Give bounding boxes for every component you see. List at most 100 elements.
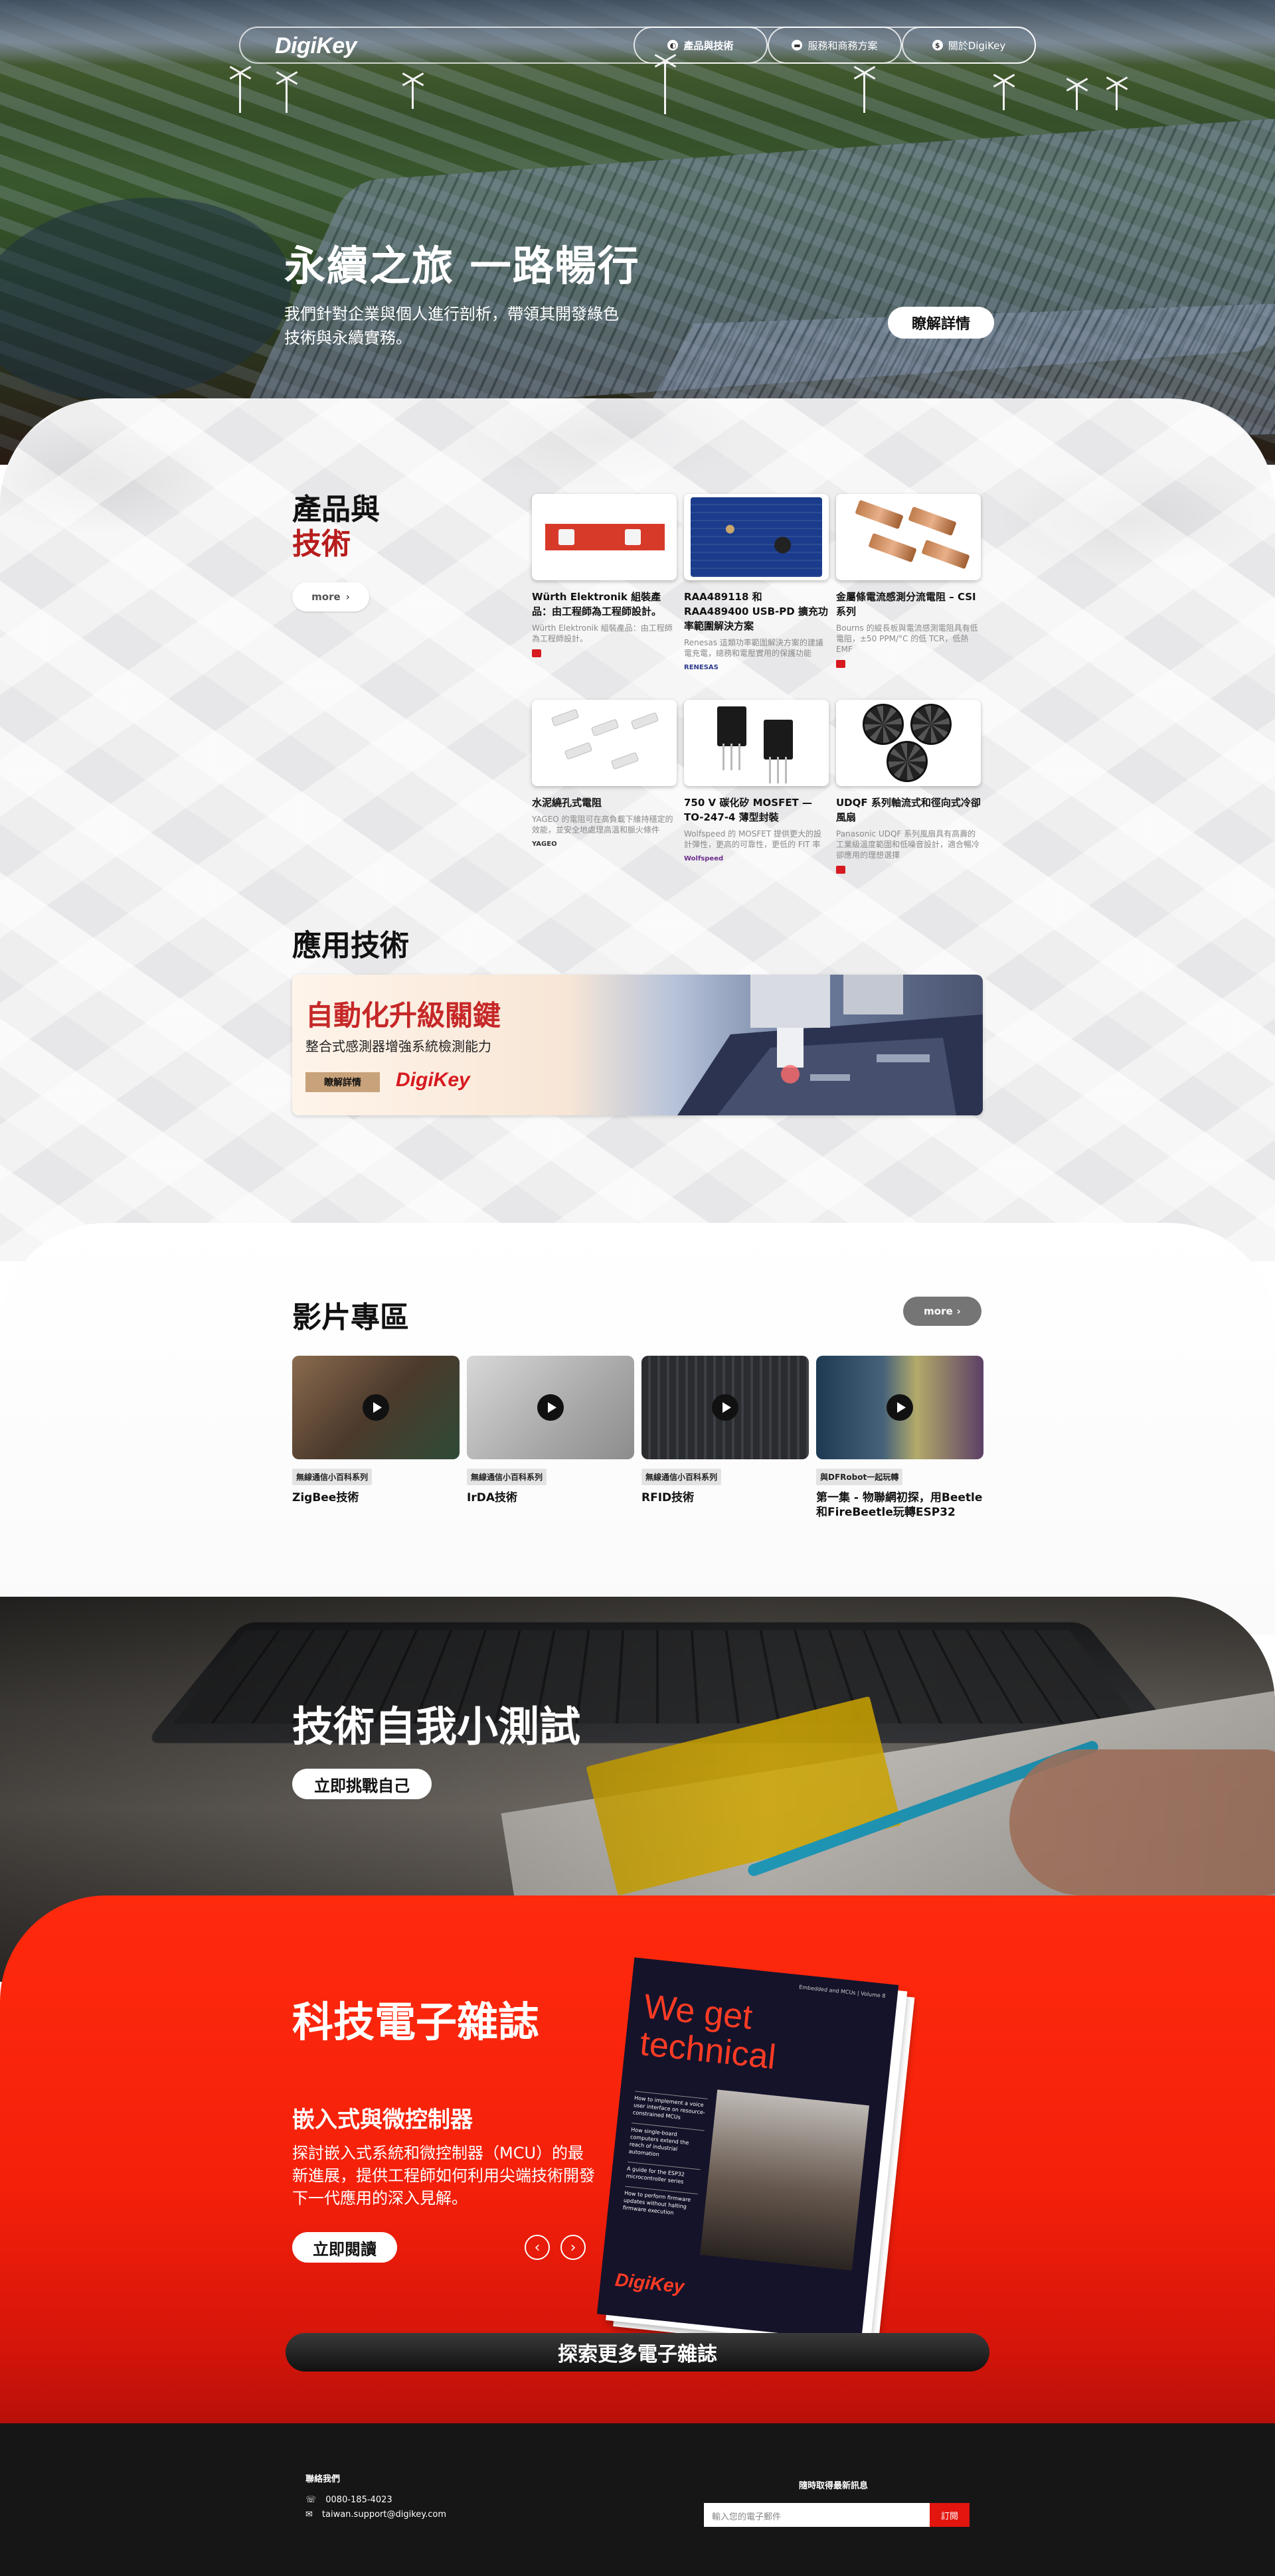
chevron-right-icon: › — [956, 1305, 961, 1317]
video-title: RFID技術 — [641, 1491, 695, 1504]
contact-title: 聯絡我們 — [305, 2474, 341, 2484]
cover-title: We get technical — [638, 1987, 881, 2087]
magazine-cover[interactable]: Embedded and MCUs | Volume 8 We get tech… — [596, 1957, 929, 2357]
read-now-button[interactable]: 立即閱讀 — [292, 2232, 397, 2263]
video-card[interactable]: 無線通信小百科系列 RFID技術 — [641, 1356, 809, 1505]
video-title: 第一集 - 物聯網初探，用Beetle和FireBeetle玩轉ESP32 — [816, 1491, 983, 1519]
nav-item-label: 關於DigiKey — [948, 39, 1006, 52]
hero-title: 永續之旅 一路暢行 — [284, 242, 640, 290]
chevron-right-icon[interactable]: › — [560, 2235, 586, 2260]
video-thumbnail — [467, 1356, 634, 1459]
brand-logo: YAGEO — [532, 841, 557, 848]
brand-logo — [836, 660, 981, 668]
brand-logo: Wolfspeed — [684, 855, 724, 862]
video-title: ZigBee技術 — [292, 1491, 359, 1504]
nav-services[interactable]: ▬ 服務和商務方案 — [768, 27, 902, 64]
product-image — [532, 494, 677, 580]
product-card[interactable]: 750 V 碳化矽 MOSFET — TO-247-4 薄型封裝 Wolfspe… — [684, 700, 829, 862]
video-series-tag: 與DFRobot一起玩轉 — [816, 1469, 903, 1485]
product-description: Bourns 的縱長板與電流感測電阻具有低電阻，±50 PPM/°C 的低 TC… — [836, 623, 978, 654]
banner-subtitle: 整合式感測器增強系統檢測能力 — [305, 1038, 491, 1054]
chevron-right-icon: › — [345, 591, 350, 603]
video-series-tag: 無線通信小百科系列 — [641, 1469, 722, 1485]
cover-article: How to perform firmware updates without … — [622, 2186, 698, 2225]
banner-digikey-logo: DigiKey — [396, 1069, 470, 1091]
brand-logo — [532, 649, 677, 657]
banner-title: 自動化升級關鍵 — [305, 999, 501, 1032]
video-card[interactable]: 無線通信小百科系列 ZigBee技術 — [292, 1356, 460, 1505]
footer: 聯絡我們 ☏ 0080-185-4023 ✉ taiwan.support@di… — [0, 2423, 1275, 2576]
hero-banner: DigiKey ◐ 產品與技術 ▬ 服務和商務方案 $ 關於DigiKey 永續… — [0, 0, 1275, 465]
brand-logo: RENESAS — [684, 664, 719, 671]
product-description: Panasonic UDQF 系列風扇具有高壽的工業級溫度範圍和低噪音設計，適合… — [836, 829, 980, 860]
play-icon[interactable] — [363, 1394, 389, 1421]
email-row: ✉ taiwan.support@digikey.com — [305, 2510, 446, 2520]
product-card[interactable]: 水泥繞孔式電阻 YAGEO 的電阻可在高負載下維持穩定的效能，並安全地處理高溫和… — [532, 700, 677, 848]
globe-icon: ◐ — [667, 40, 679, 50]
phone-row: ☏ 0080-185-4023 — [305, 2495, 392, 2505]
cover-title-line2: technical — [638, 2024, 778, 2077]
banner-learn-more-button[interactable]: 瞭解詳情 — [305, 1072, 380, 1092]
play-icon[interactable] — [712, 1394, 738, 1421]
product-title: Würth Elektronik 組裝產品：由工程師為工程師設計。 — [532, 591, 662, 617]
wind-turbine — [1116, 84, 1118, 110]
product-card[interactable]: 金屬條電流感測分流電阻 – CSI 系列 Bourns 的縱長板與電流感測電阻具… — [836, 494, 981, 668]
applications-banner[interactable]: 自動化升級關鍵 整合式感測器增強系統檢測能力 瞭解詳情 DigiKey — [292, 975, 983, 1115]
video-thumbnail — [292, 1356, 460, 1459]
video-thumbnail — [641, 1356, 809, 1459]
cover-article-list: How to implement a voice user interface … — [622, 2091, 708, 2225]
quiz-title: 技術自我小測試 — [292, 1702, 581, 1751]
video-thumbnail — [816, 1356, 983, 1459]
video-series-tag: 無線通信小百科系列 — [292, 1469, 373, 1485]
hero-subtitle: 我們針對企業與個人進行剖析，帶領其開發綠色技術與永續實務。 — [284, 305, 619, 347]
video-card[interactable]: 與DFRobot一起玩轉 第一集 - 物聯網初探，用Beetle和FireBee… — [816, 1356, 983, 1520]
magazine-title: 科技電子雜誌 — [292, 1998, 540, 2046]
play-icon[interactable] — [537, 1394, 564, 1421]
automation-machine-image — [677, 975, 983, 1115]
hero-learn-more-button[interactable]: 瞭解詳情 — [888, 307, 994, 339]
applications-title: 應用技術 — [292, 929, 409, 963]
product-card[interactable]: RAA489118 和 RAA489400 USB-PD 擴充功率範圍解決方案 … — [684, 494, 829, 671]
video-title: IrDA技術 — [467, 1491, 517, 1504]
page: DigiKey ◐ 產品與技術 ▬ 服務和商務方案 $ 關於DigiKey 永續… — [0, 0, 1275, 2576]
cover-digikey-logo: DigiKey — [614, 2269, 685, 2297]
phone-number[interactable]: 0080-185-4023 — [325, 2495, 392, 2505]
chevron-left-icon[interactable]: ‹ — [525, 2235, 550, 2260]
products-title: 產品與 技術 — [292, 493, 380, 562]
product-description: Wolfspeed 的 MOSFET 提供更大的設計彈性，更高的可靠性，更低的 … — [684, 829, 821, 849]
product-title: 750 V 碳化矽 MOSFET — TO-247-4 薄型封裝 — [684, 797, 813, 823]
magazine-cover-front: Embedded and MCUs | Volume 8 We get tech… — [596, 1957, 899, 2342]
wind-turbine — [286, 78, 288, 113]
product-card[interactable]: UDQF 系列軸流式和徑向式冷卻風扇 Panasonic UDQF 系列風扇具有… — [836, 700, 981, 874]
digikey-logo[interactable]: DigiKey — [275, 33, 357, 59]
quiz-challenge-button[interactable]: 立即挑戰自己 — [292, 1769, 432, 1799]
explore-magazines-button[interactable]: 探索更多電子雜誌 — [286, 2333, 989, 2372]
video-card[interactable]: 無線通信小百科系列 IrDA技術 — [467, 1356, 634, 1505]
product-image — [836, 700, 981, 786]
product-image — [836, 494, 981, 580]
subscribe-button[interactable]: 訂閱 — [930, 2503, 970, 2527]
magazine-subtitle: 嵌入式與微控制器 — [292, 2107, 473, 2133]
videos-more-button[interactable]: more › — [903, 1297, 981, 1326]
play-icon[interactable] — [887, 1394, 913, 1421]
videos-title: 影片專區 — [292, 1301, 409, 1334]
nav-products-technology[interactable]: ◐ 產品與技術 — [634, 27, 768, 64]
wind-turbine — [1076, 85, 1078, 110]
products-title-line2: 技術 — [292, 527, 351, 561]
newsletter-email-input[interactable]: 輸入您的電子郵件 — [704, 2503, 930, 2527]
products-more-button[interactable]: more › — [292, 582, 369, 611]
product-title: 水泥繞孔式電阻 — [532, 797, 602, 809]
nav-about[interactable]: $ 關於DigiKey — [902, 27, 1036, 64]
support-email[interactable]: taiwan.support@digikey.com — [322, 2510, 446, 2520]
video-section — [0, 1223, 1275, 1635]
products-title-line1: 產品與 — [292, 493, 380, 526]
product-image — [684, 494, 829, 580]
dollar-icon: $ — [932, 40, 943, 50]
product-image — [532, 700, 677, 786]
chat-icon: ▬ — [792, 40, 803, 50]
top-navigation: DigiKey ◐ 產品與技術 ▬ 服務和商務方案 $ 關於DigiKey — [239, 27, 1036, 64]
wind-turbine — [1003, 81, 1005, 110]
product-card[interactable]: Würth Elektronik 組裝產品：由工程師為工程師設計。 Würth … — [532, 494, 677, 657]
newsletter-title: 隨時取得最新訊息 — [799, 2481, 869, 2491]
cover-photo — [700, 2089, 869, 2271]
